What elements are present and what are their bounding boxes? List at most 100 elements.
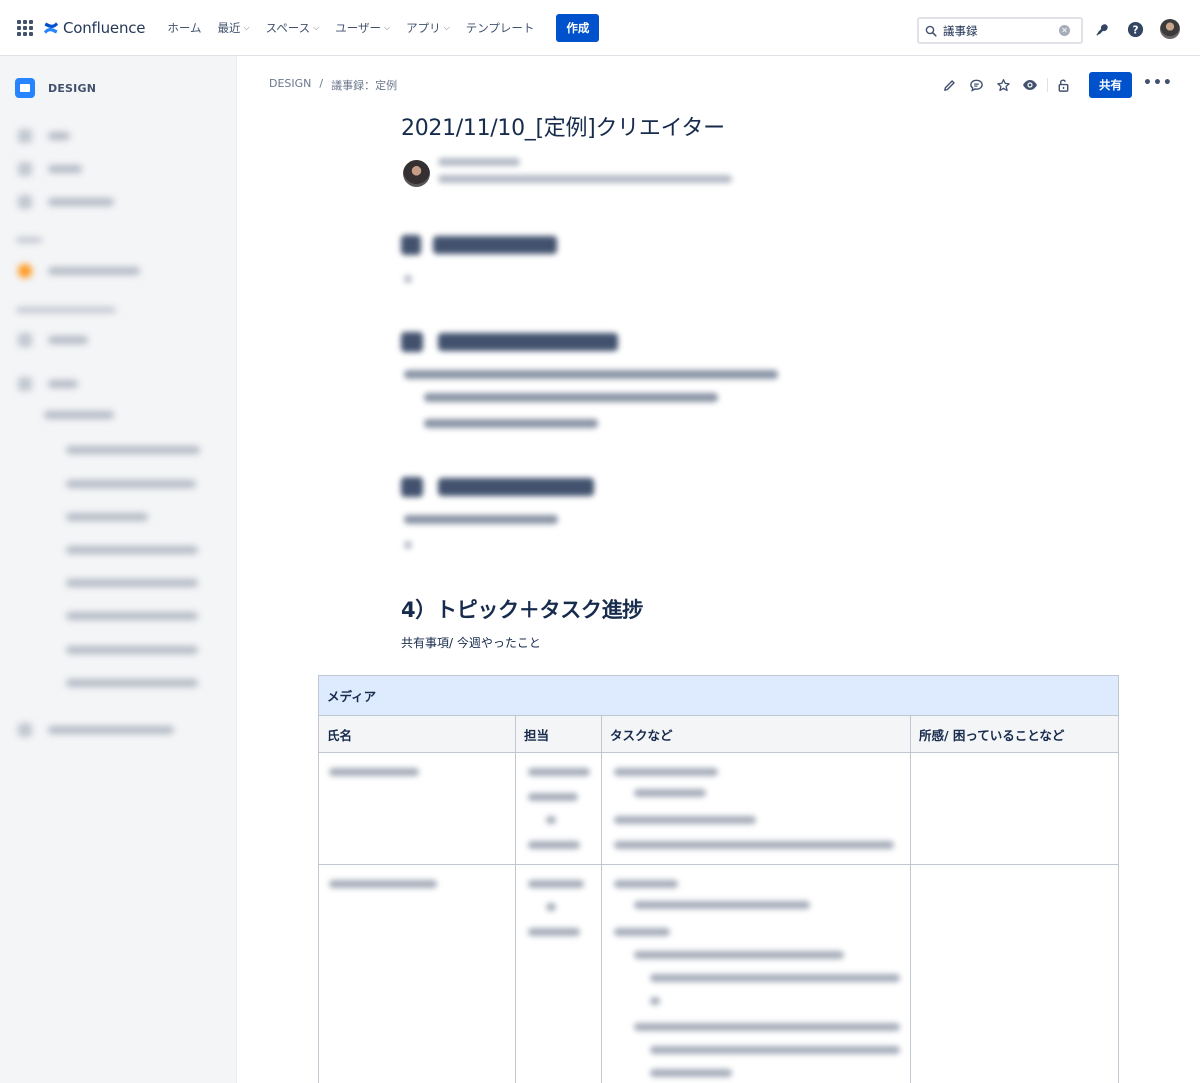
chevron-down-icon: ⌵: [313, 22, 320, 32]
svg-text:?: ?: [1132, 24, 1138, 36]
bullet-blurred: [404, 275, 412, 283]
page-meta-blurred: [438, 175, 732, 183]
table-cell: [601, 752, 911, 865]
create-button[interactable]: 作成: [556, 13, 600, 42]
sidebar-item[interactable]: [18, 162, 82, 176]
nav-spaces[interactable]: スペース ⌵: [258, 12, 328, 44]
more-actions-icon[interactable]: •••: [1143, 75, 1173, 91]
table-row: [318, 864, 1120, 1083]
confluence-logo[interactable]: Confluence: [43, 18, 146, 37]
sidebar-item[interactable]: [18, 195, 114, 209]
section-heading: 4）トピック＋タスク進捗: [401, 598, 644, 622]
table-cell: [515, 864, 602, 1083]
table-cell: [318, 752, 516, 865]
nav-spaces-label: スペース: [265, 20, 311, 35]
chevron-down-icon: ⌵: [384, 22, 391, 32]
sidebar-item[interactable]: [18, 377, 78, 391]
bullet-blurred: [404, 541, 412, 549]
confluence-logo-icon: [44, 21, 58, 34]
table-cell: [515, 752, 602, 865]
folder-icon: [15, 78, 35, 98]
product-name: Confluence: [63, 18, 146, 37]
nav-apps-label: アプリ: [406, 20, 441, 35]
space-header[interactable]: DESIGN: [15, 78, 96, 98]
table-header-row: 氏名 担当 タスクなど 所感/ 困っていることなど: [318, 715, 1120, 753]
search-input[interactable]: [943, 23, 1055, 38]
profile-avatar[interactable]: [1160, 19, 1180, 39]
table-group-row: メディア: [317, 675, 1120, 716]
sidebar-item[interactable]: [18, 264, 140, 278]
list-item-blurred: [404, 515, 558, 524]
breadcrumb-parent[interactable]: 議事録：定例: [331, 77, 397, 93]
section-number-blurred: [401, 235, 421, 255]
column-header-name: 氏名: [318, 715, 516, 753]
help-icon[interactable]: ?: [1126, 20, 1144, 38]
edit-icon[interactable]: [938, 74, 960, 96]
sidebar-tree-item[interactable]: [50, 513, 148, 521]
toolbar-divider: [1047, 78, 1048, 92]
chevron-down-icon: ⌵: [443, 22, 450, 32]
nav-apps[interactable]: アプリ ⌵: [398, 12, 458, 44]
breadcrumb-space[interactable]: DESIGN: [269, 77, 311, 93]
nav-recent-label: 最近: [217, 20, 241, 35]
table-cell: [909, 864, 1120, 1083]
author-avatar[interactable]: [403, 160, 430, 187]
sidebar-tree-item[interactable]: [34, 411, 114, 419]
column-header-notes: 所感/ 困っていることなど: [909, 715, 1120, 753]
nav-templates-label: テンプレート: [465, 20, 535, 35]
section-heading-blurred: [433, 236, 557, 254]
sidebar-tree-item[interactable]: [50, 679, 198, 687]
star-icon[interactable]: [992, 74, 1014, 96]
author-name-blurred[interactable]: [438, 158, 520, 166]
sidebar-tree-item[interactable]: [50, 646, 198, 654]
chevron-down-icon: ⌵: [243, 22, 250, 32]
table-group-header: メディア: [317, 675, 1120, 716]
section-heading-blurred: [438, 333, 618, 351]
section-number-blurred: [401, 332, 423, 352]
sidebar-item[interactable]: [18, 333, 88, 347]
sidebar-tree-item[interactable]: [50, 446, 200, 454]
nav-home-label: ホーム: [167, 20, 202, 35]
list-item-blurred: [404, 370, 778, 379]
page-title: 2021/11/10_[定例]クリエイター: [401, 116, 725, 141]
nav-recent[interactable]: 最近 ⌵: [209, 12, 257, 44]
space-name: DESIGN: [48, 81, 97, 95]
primary-nav: ホーム 最近 ⌵ スペース ⌵ ユーザー ⌵ アプリ ⌵ テンプレート: [159, 12, 542, 44]
sidebar-tree-item[interactable]: [50, 480, 196, 488]
sidebar-item[interactable]: [18, 723, 174, 737]
task-table: メディア 氏名 担当 タスクなど 所感/ 困っていることなど: [317, 675, 1120, 1083]
space-sidebar: DESIGN: [0, 56, 237, 1083]
comment-icon[interactable]: [965, 74, 987, 96]
sidebar-tree-item[interactable]: [50, 579, 198, 587]
table-cell: [318, 864, 516, 1083]
section-number-blurred: [401, 477, 423, 497]
clear-icon[interactable]: ✕: [1059, 25, 1070, 36]
table-row: [318, 752, 1120, 865]
search-icon: [925, 25, 937, 37]
table-cell: [909, 752, 1120, 865]
nav-people[interactable]: ユーザー ⌵: [327, 12, 398, 44]
sidebar-tree-item[interactable]: [50, 546, 198, 554]
breadcrumb-separator: /: [319, 77, 324, 90]
section-heading-blurred: [438, 478, 594, 496]
sidebar-tree-item[interactable]: [50, 612, 198, 620]
app-switcher-icon[interactable]: [17, 19, 33, 36]
watch-icon[interactable]: [1019, 74, 1041, 96]
table-cell: [601, 864, 911, 1083]
nav-people-label: ユーザー: [335, 20, 382, 35]
top-navigation: Confluence ホーム 最近 ⌵ スペース ⌵ ユーザー ⌵ アプリ ⌵ テンプレ…: [0, 0, 1200, 56]
nav-home[interactable]: ホーム: [159, 12, 209, 44]
breadcrumb: DESIGN / 議事録：定例: [269, 77, 397, 93]
list-item-blurred: [424, 393, 718, 402]
nav-templates[interactable]: テンプレート: [458, 12, 543, 44]
page-toolbar: [938, 74, 1079, 96]
search-box: ✕: [917, 17, 1083, 44]
list-item-blurred: [424, 419, 598, 428]
unlock-icon[interactable]: [1052, 74, 1074, 96]
section-subtext: 共有事項/ 今週やったこと: [401, 636, 541, 650]
sidebar-item[interactable]: [18, 129, 70, 143]
column-header-role: 担当: [515, 715, 602, 753]
notification-icon[interactable]: [1093, 20, 1111, 38]
column-header-tasks: タスクなど: [601, 715, 911, 753]
share-button[interactable]: 共有: [1089, 72, 1132, 98]
